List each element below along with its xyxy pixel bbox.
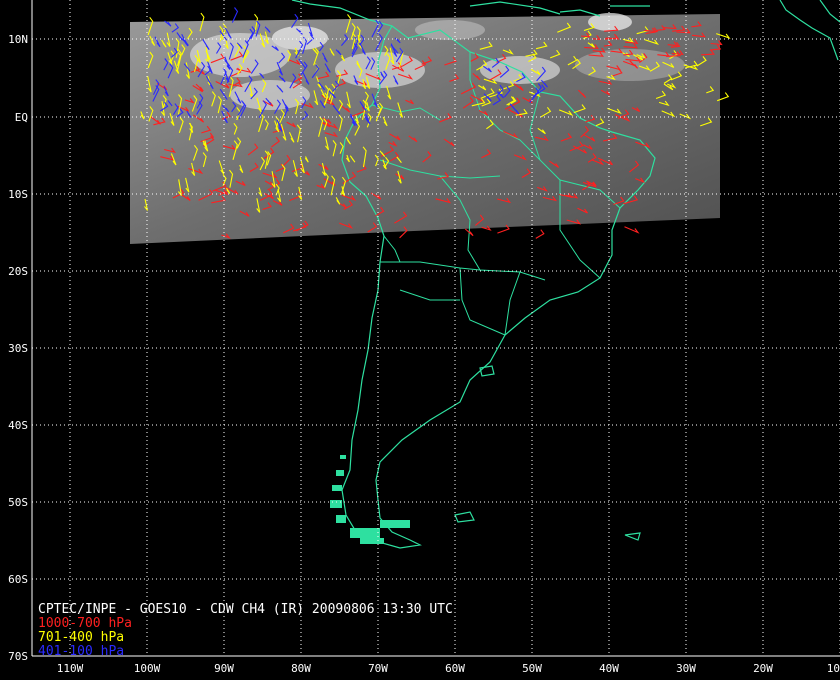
satellite-wind-map: 10N EQ 10S 20S 30S 40S 50S 60S 70S 110W 100W 90W 80… xyxy=(0,0,840,680)
longitude-label: 50W xyxy=(522,662,542,675)
longitude-label: 70W xyxy=(368,662,388,675)
latitude-label: 10N xyxy=(8,33,28,46)
longitude-label: 100W xyxy=(134,662,161,675)
longitude-label: 10 xyxy=(827,662,840,675)
longitude-label: 20W xyxy=(753,662,773,675)
longitude-label: 80W xyxy=(291,662,311,675)
legend-entry-high: 401-100 hPa xyxy=(38,644,125,659)
latitude-label: 60S xyxy=(8,573,28,586)
map-legend: CPTEC/INPE - GOES10 - CDW CH4 (IR) 20090… xyxy=(38,603,453,659)
legend-entry-low: 1000-700 hPa xyxy=(38,616,132,631)
latitude-label: EQ xyxy=(15,111,28,124)
latitude-label: 30S xyxy=(8,342,28,355)
longitude-label: 30W xyxy=(676,662,696,675)
latitude-label: 10S xyxy=(8,188,28,201)
longitude-label: 60W xyxy=(445,662,465,675)
legend-entry-mid: 701-400 hPa xyxy=(38,630,125,645)
latitude-label: 20S xyxy=(8,265,28,278)
latitude-label: 50S xyxy=(8,496,28,509)
latitude-label: 70S xyxy=(8,650,28,663)
longitude-label: 110W xyxy=(57,662,84,675)
map-title: CPTEC/INPE - GOES10 - CDW CH4 (IR) 20090… xyxy=(38,602,453,617)
longitude-label: 40W xyxy=(599,662,619,675)
longitude-label: 90W xyxy=(214,662,234,675)
latitude-label: 40S xyxy=(8,419,28,432)
